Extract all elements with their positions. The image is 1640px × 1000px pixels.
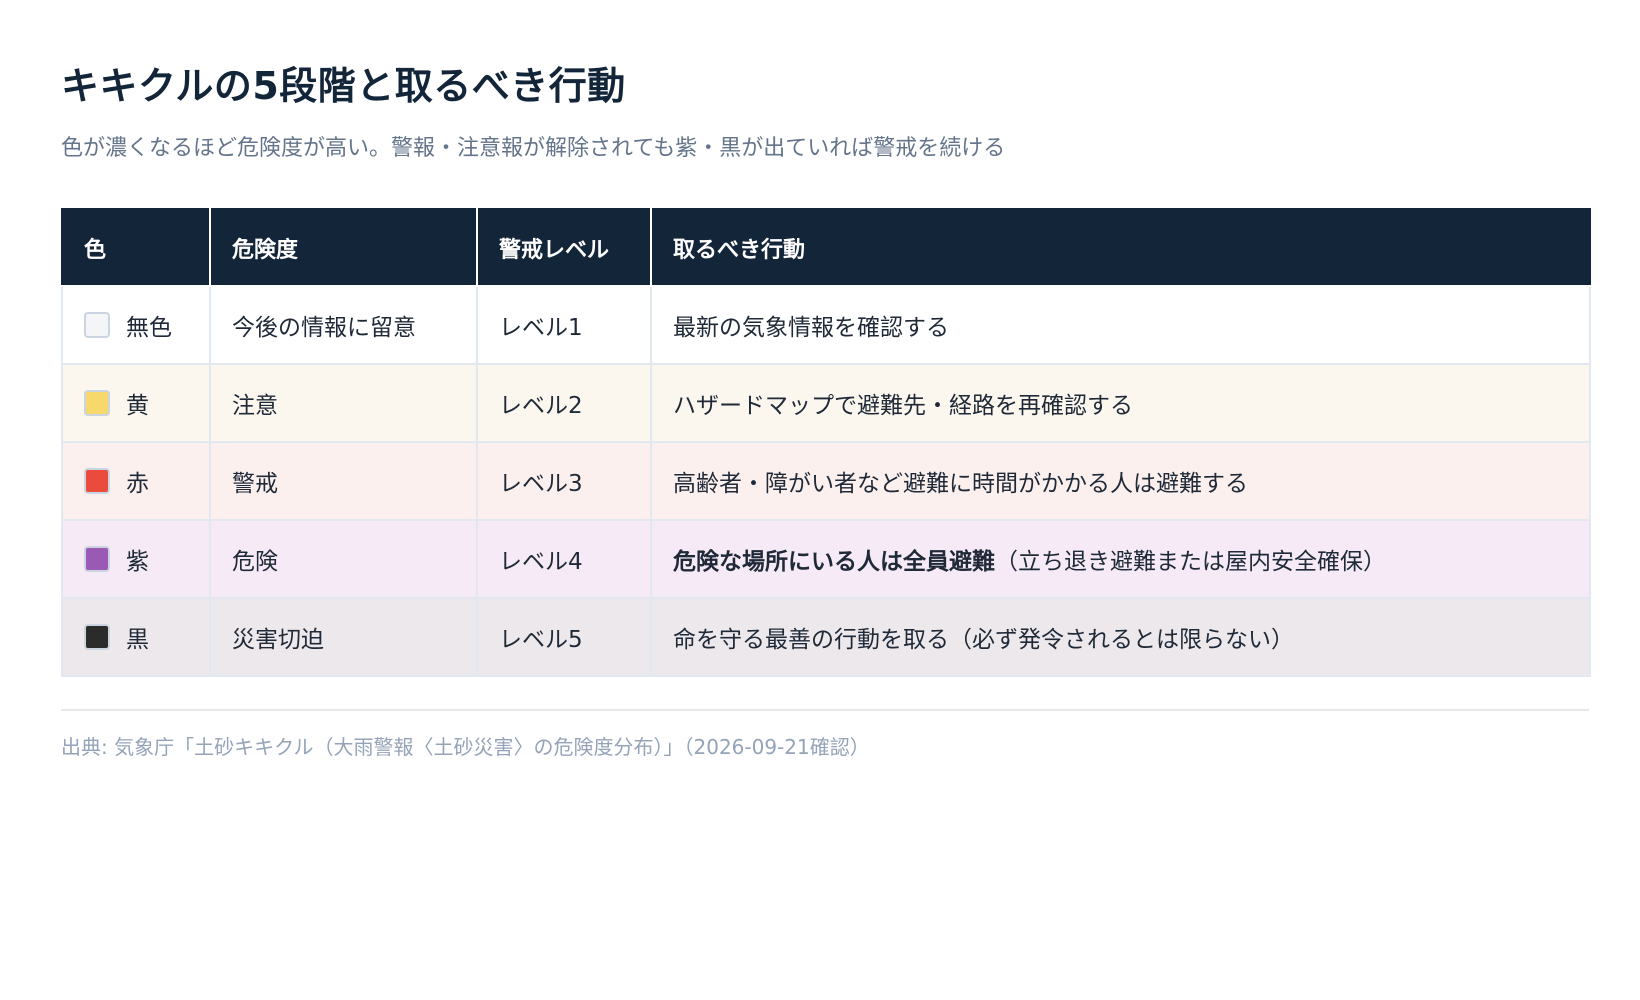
cell-risk: 今後の情報に留意 (209, 285, 478, 365)
cell-action: 危険な場所にいる人は全員避難（立ち退き避難または屋内安全確保） (650, 519, 1591, 599)
cell-alert-level: レベル1 (476, 285, 652, 365)
cell-color: 無色 (61, 285, 211, 365)
color-swatch (84, 312, 110, 338)
action-text: 高齢者・障がい者など避難に時間がかかる人は避難する (673, 471, 1248, 497)
table-row: 紫危険 レベル4 危険な場所にいる人は全員避難（立ち退き避難または屋内安全確保） (61, 519, 1591, 599)
table-row: 無色 今後の情報に留意 レベル1 最新の気象情報を確認する (61, 285, 1591, 365)
action-text: 最新の気象情報を確認する (673, 315, 949, 341)
cell-action: 最新の気象情報を確認する (650, 285, 1591, 365)
cell-color: 紫 (61, 519, 211, 599)
color-label: 無色 (126, 315, 172, 341)
page: キキクルの5段階と取るべき行動 色が濃くなるほど危険度が高い。警報・注意報が解除… (0, 0, 1640, 1000)
header-color: 色 (61, 208, 211, 287)
table-row: 黄 注意 レベル2 ハザードマップで避難先・経路を再確認する (61, 363, 1591, 443)
kikikuru-levels-table: 色 危険度 警戒レベル 取るべき行動 無色 今後の情報に留意 レベル1 最新の気象情報… (61, 208, 1591, 677)
color-swatch (84, 546, 110, 572)
color-label: 紫 (126, 549, 149, 575)
cell-color: 赤 (61, 441, 211, 521)
color-label: 赤 (126, 471, 149, 497)
page-title: キキクルの5段階と取るべき行動 (61, 64, 626, 108)
color-swatch (84, 624, 110, 650)
cell-risk: 注意 (209, 363, 478, 443)
color-swatch (84, 468, 110, 494)
cell-action: 命を守る最善の行動を取る（必ず発令されるとは限らない） (650, 597, 1591, 677)
cell-alert-level: レベル4 (476, 519, 652, 599)
table-row: 赤 警戒 レベル3 高齢者・障がい者など避難に時間がかかる人は避難する (61, 441, 1591, 521)
cell-action: 高齢者・障がい者など避難に時間がかかる人は避難する (650, 441, 1591, 521)
page-subtitle: 色が濃くなるほど危険度が高い。警報・注意報が解除されても紫・黒が出ていれば警戒を… (61, 136, 1006, 161)
cell-risk: 災害切迫 (209, 597, 478, 677)
action-text: （立ち退き避難または屋内安全確保） (995, 549, 1386, 575)
action-text: ハザードマップで避難先・経路を再確認する (673, 393, 1133, 419)
header-alert-level: 警戒レベル (476, 208, 652, 287)
cell-action: ハザードマップで避難先・経路を再確認する (650, 363, 1591, 443)
divider (61, 709, 1589, 711)
table-row: 黒 災害切迫 レベル5 命を守る最善の行動を取る（必ず発令されるとは限らない） (61, 597, 1591, 677)
color-label: 黒 (126, 627, 149, 653)
table-body: 無色 今後の情報に留意 レベル1 最新の気象情報を確認する黄 注意 レベル2 ハザードマップ… (61, 285, 1591, 677)
cell-alert-level: レベル5 (476, 597, 652, 677)
color-label: 黄 (126, 393, 149, 419)
action-emphasis: 危険な場所にいる人は全員避難 (673, 549, 995, 575)
cell-color: 黒 (61, 597, 211, 677)
cell-risk: 警戒 (209, 441, 478, 521)
header-risk: 危険度 (209, 208, 478, 287)
table-header-row: 色 危険度 警戒レベル 取るべき行動 (61, 208, 1591, 287)
source-note: 出典: 気象庁「土砂キキクル（大雨警報〈土砂災害〉の危険度分布）」（2026-0… (61, 735, 870, 759)
action-text: 命を守る最善の行動を取る（必ず発令されるとは限らない） (673, 627, 1294, 653)
cell-color: 黄 (61, 363, 211, 443)
color-swatch (84, 390, 110, 416)
cell-risk: 危険 (209, 519, 478, 599)
header-action: 取るべき行動 (650, 208, 1591, 287)
cell-alert-level: レベル3 (476, 441, 652, 521)
cell-alert-level: レベル2 (476, 363, 652, 443)
